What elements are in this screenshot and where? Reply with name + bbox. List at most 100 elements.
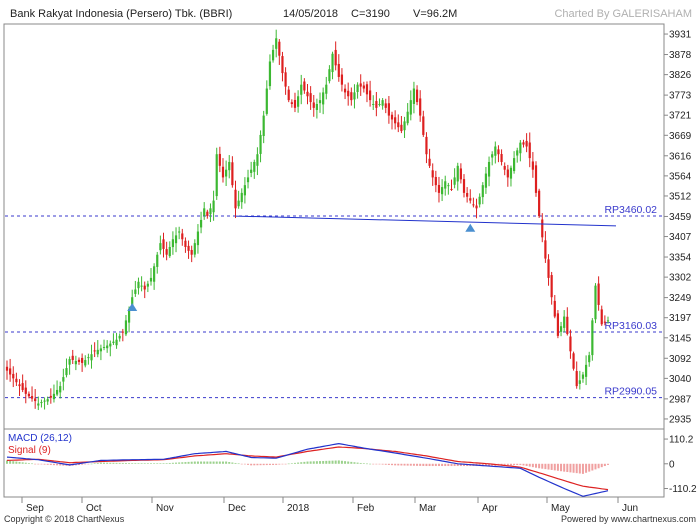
macd-histogram-bar bbox=[24, 462, 27, 464]
candle-down bbox=[369, 90, 372, 101]
macd-histogram-bar bbox=[444, 463, 447, 467]
macd-histogram-bar bbox=[247, 463, 250, 465]
macd-histogram-bar bbox=[387, 463, 390, 465]
macd-histogram-bar bbox=[325, 460, 328, 464]
candle-down bbox=[12, 373, 15, 379]
candle-up bbox=[606, 320, 610, 322]
candle-down bbox=[334, 49, 337, 66]
candle-up bbox=[118, 335, 121, 339]
candle-down bbox=[531, 161, 534, 170]
macd-histogram-bar bbox=[509, 463, 512, 466]
macd-histogram-bar bbox=[225, 461, 228, 464]
candle-down bbox=[81, 357, 84, 363]
macd-histogram-bar bbox=[331, 460, 334, 464]
candle-up bbox=[315, 103, 318, 111]
candle-down bbox=[375, 101, 378, 108]
macd-histogram-bar bbox=[359, 462, 362, 464]
candle-up bbox=[102, 346, 106, 348]
macd-histogram-bar bbox=[231, 462, 234, 464]
macd-histogram-bar bbox=[240, 463, 243, 465]
macd-histogram-bar bbox=[535, 463, 538, 468]
price-tick-label: 3092 bbox=[669, 354, 692, 365]
macd-histogram-bar bbox=[237, 463, 240, 465]
macd-histogram-bar bbox=[306, 461, 309, 464]
macd-histogram-bar bbox=[337, 460, 340, 464]
candle-down bbox=[387, 103, 390, 116]
candle-up bbox=[356, 84, 359, 93]
signal-legend: Signal (9) bbox=[8, 445, 51, 456]
macd-histogram-bar bbox=[18, 461, 21, 464]
macd-histogram-bar bbox=[569, 463, 572, 473]
candle-up bbox=[96, 349, 99, 355]
macd-histogram-bar bbox=[419, 463, 422, 466]
time-tick-label: 2018 bbox=[287, 503, 310, 514]
candle-down bbox=[221, 166, 225, 178]
price-tick-label: 3826 bbox=[669, 70, 692, 81]
time-tick-label: May bbox=[551, 503, 570, 514]
candle-up bbox=[109, 343, 112, 347]
candle-down bbox=[541, 219, 544, 238]
candle-down bbox=[343, 88, 347, 93]
candle-up bbox=[159, 243, 162, 251]
candle-up bbox=[237, 200, 240, 207]
macd-histogram-bar bbox=[422, 463, 425, 466]
macd-histogram-bar bbox=[118, 462, 121, 464]
candle-up bbox=[509, 167, 513, 179]
candle-up bbox=[62, 377, 65, 382]
macd-histogram-bar bbox=[553, 463, 556, 471]
macd-histogram-bar bbox=[384, 463, 387, 465]
macd-histogram-bar bbox=[550, 463, 553, 470]
price-tick-label: 3040 bbox=[669, 374, 692, 385]
macd-histogram-bar bbox=[93, 463, 96, 464]
candle-down bbox=[575, 371, 578, 387]
macd-histogram-bar bbox=[128, 463, 131, 464]
macd-histogram-bar bbox=[49, 463, 52, 465]
candle-down bbox=[431, 170, 434, 178]
macd-histogram-bar bbox=[40, 463, 43, 465]
macd-histogram-bar bbox=[21, 462, 24, 464]
macd-histogram-bar bbox=[143, 463, 146, 464]
candle-up bbox=[212, 200, 215, 213]
candle-down bbox=[528, 142, 531, 159]
macd-histogram-bar bbox=[297, 462, 300, 464]
macd-histogram-bar bbox=[340, 460, 343, 464]
candle-down bbox=[437, 184, 441, 193]
candle-up bbox=[456, 165, 459, 182]
time-tick-label: Oct bbox=[86, 503, 102, 514]
candle-up bbox=[37, 403, 40, 406]
macd-histogram-bar bbox=[303, 461, 306, 464]
candle-down bbox=[287, 89, 290, 101]
macd-histogram-bar bbox=[350, 461, 353, 464]
price-tick-label: 3721 bbox=[669, 111, 692, 122]
price-tick-label: 3564 bbox=[669, 171, 692, 182]
price-tick-label: 2987 bbox=[669, 394, 692, 405]
watermark: Charted By GALERISAHAM bbox=[554, 8, 692, 20]
candle-up bbox=[484, 173, 488, 188]
candle-up bbox=[378, 103, 381, 105]
macd-histogram-bar bbox=[115, 462, 118, 464]
candle-down bbox=[384, 103, 387, 108]
candle-down bbox=[303, 81, 306, 91]
macd-histogram-bar bbox=[43, 463, 46, 465]
candle-down bbox=[603, 321, 606, 323]
macd-histogram-bar bbox=[369, 463, 372, 465]
macd-histogram-bar bbox=[15, 461, 18, 464]
footer-copyright: Copyright © 2018 ChartNexus bbox=[4, 514, 125, 524]
candle-down bbox=[278, 41, 281, 56]
candle-up bbox=[215, 154, 218, 197]
macd-histogram-bar bbox=[212, 461, 215, 464]
macd-histogram-bar bbox=[453, 463, 456, 467]
candle-up bbox=[409, 100, 412, 115]
candle-up bbox=[584, 364, 588, 377]
macd-histogram-bar bbox=[575, 463, 578, 474]
candle-up bbox=[512, 158, 516, 172]
macd-histogram-bar bbox=[96, 463, 99, 464]
macd-histogram-bar bbox=[159, 463, 162, 464]
candle-down bbox=[553, 300, 556, 317]
macd-histogram-bar bbox=[184, 462, 187, 464]
price-axis: 3931 3878 3826 3773 3721 3669 3616 3564 3512 3459… bbox=[664, 30, 692, 425]
candle-up bbox=[99, 348, 103, 352]
macd-indicator: 110.2 0 -110.2 bbox=[6, 435, 697, 497]
candle-up bbox=[68, 359, 71, 365]
candle-down bbox=[21, 383, 24, 390]
